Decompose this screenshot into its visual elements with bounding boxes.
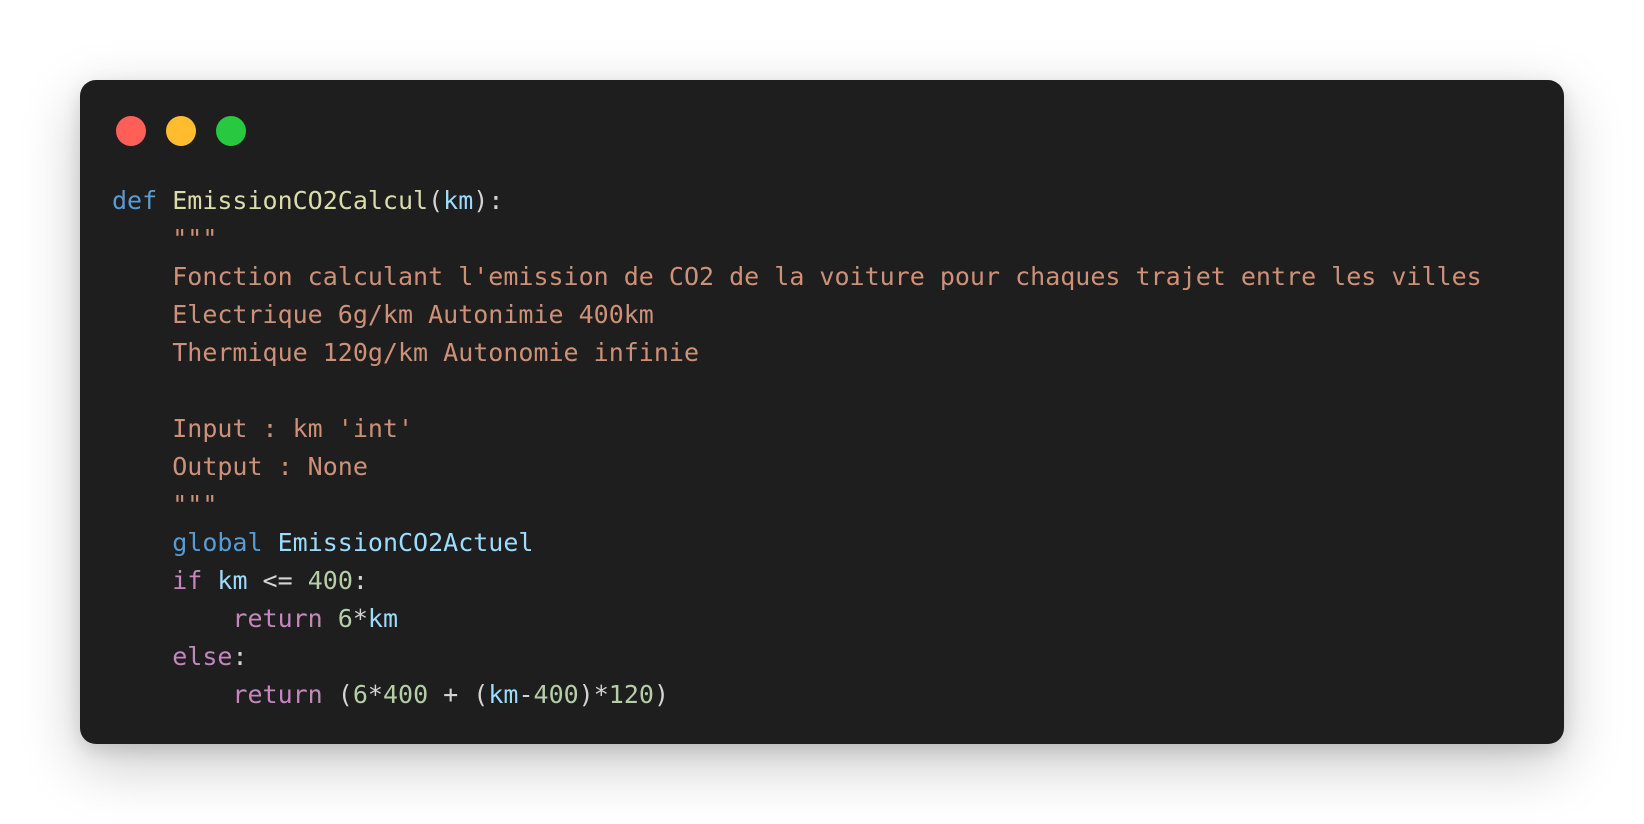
code-token: 6	[337, 604, 353, 633]
code-line: return (6*400 + (km-400)*120)	[112, 676, 1482, 714]
code-line: Output : None	[112, 448, 1482, 486]
code-token: ):	[473, 186, 504, 215]
code-token: -	[518, 680, 534, 709]
code-token: <=	[247, 566, 308, 595]
code-token: (	[322, 680, 353, 709]
code-line: else:	[112, 638, 1482, 676]
code-token: 400	[382, 680, 429, 709]
code-token: 400	[533, 680, 579, 709]
code-token: (	[428, 186, 444, 215]
code-token: )*	[578, 680, 609, 709]
code-token: if	[172, 566, 203, 595]
code-token: Thermique 120g/km Autonomie infinie	[172, 338, 700, 367]
code-token: 400	[307, 566, 353, 595]
code-line: def EmissionCO2Calcul(km):	[112, 182, 1482, 220]
code-token: global	[172, 528, 263, 557]
close-dot-icon[interactable]	[116, 116, 146, 146]
code-line: """	[112, 220, 1482, 258]
code-window: def EmissionCO2Calcul(km): """ Fonction …	[80, 80, 1564, 744]
code-line: Thermique 120g/km Autonomie infinie	[112, 334, 1482, 372]
code-token: 6	[352, 680, 368, 709]
code-token: else	[172, 642, 233, 671]
code-token: Electrique 6g/km Autonimie 400km	[172, 300, 654, 329]
window-controls	[116, 116, 246, 146]
code-token: *	[352, 604, 368, 633]
code-token: )	[653, 680, 669, 709]
code-token: km	[367, 604, 399, 633]
code-token: Output : None	[172, 452, 368, 481]
code-token: :	[352, 566, 368, 595]
maximize-dot-icon[interactable]	[216, 116, 246, 146]
code-line: global EmissionCO2Actuel	[112, 524, 1482, 562]
code-token: EmissionCO2Calcul	[172, 186, 429, 215]
code-block: def EmissionCO2Calcul(km): """ Fonction …	[112, 182, 1482, 714]
code-line: Input : km 'int'	[112, 410, 1482, 448]
minimize-dot-icon[interactable]	[166, 116, 196, 146]
code-line: Electrique 6g/km Autonimie 400km	[112, 296, 1482, 334]
code-token: :	[232, 642, 248, 671]
code-token: *	[367, 680, 383, 709]
code-line: if km <= 400:	[112, 562, 1482, 600]
code-token: km	[488, 680, 519, 709]
code-token: return	[232, 604, 323, 633]
code-token: km	[217, 566, 248, 595]
code-token: return	[232, 680, 323, 709]
code-line: """	[112, 486, 1482, 524]
code-token: + (	[428, 680, 489, 709]
code-token: """	[172, 224, 218, 253]
code-token: 120	[608, 680, 654, 709]
code-token: Fonction calculant l'emission de CO2 de …	[172, 262, 1482, 291]
code-token: km	[443, 186, 474, 215]
code-line: Fonction calculant l'emission de CO2 de …	[112, 258, 1482, 296]
code-token: def	[112, 186, 158, 215]
code-token: EmissionCO2Actuel	[277, 528, 534, 557]
code-token: """	[172, 490, 218, 519]
code-token: Input : km 'int'	[172, 414, 414, 443]
code-line: return 6*km	[112, 600, 1482, 638]
